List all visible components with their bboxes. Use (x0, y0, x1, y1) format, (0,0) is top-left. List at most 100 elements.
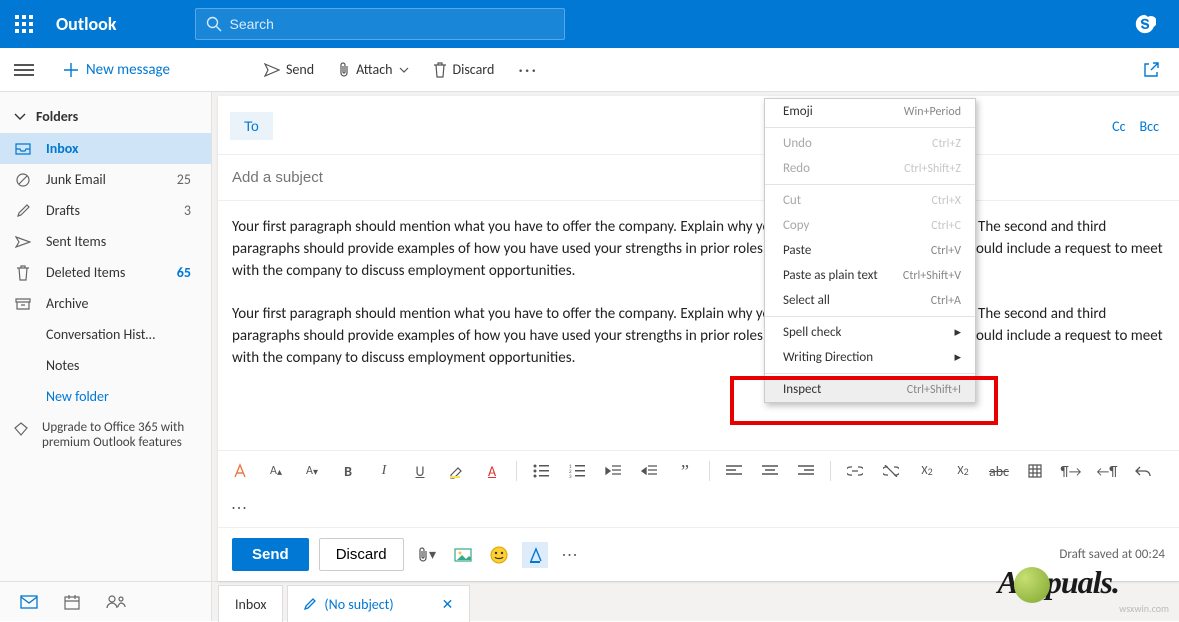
undo-icon[interactable] (1131, 459, 1155, 483)
upgrade-prompt[interactable]: Upgrade to Office 365 with premium Outlo… (0, 412, 211, 458)
numbering-icon[interactable]: 123 (565, 459, 589, 483)
send-primary-button[interactable]: Send (232, 538, 309, 571)
more-send-icon[interactable]: ··· (558, 542, 584, 568)
new-message-label: New message (86, 61, 170, 79)
tab-inbox[interactable]: Inbox (218, 585, 283, 622)
context-menu: Emoji Win+Period Undo Ctrl+Z Redo Ctrl+S… (764, 98, 976, 403)
cc-button[interactable]: Cc (1112, 118, 1125, 135)
cm-emoji[interactable]: Emoji Win+Period (765, 99, 975, 124)
new-message-button[interactable]: New message (58, 57, 176, 83)
attach-dropdown-icon[interactable]: ▾ (414, 542, 440, 568)
table-icon[interactable] (1023, 459, 1047, 483)
cm-select-all[interactable]: Select all Ctrl+A (765, 288, 975, 313)
font-size-increase-icon[interactable]: A▴ (264, 459, 288, 483)
sidebar-item-label: Deleted Items (46, 264, 125, 281)
sidebar-item-deleted[interactable]: Deleted Items 65 (0, 257, 211, 288)
diamond-icon (14, 420, 28, 436)
people-icon[interactable] (106, 595, 126, 609)
sidebar-item-label: Drafts (46, 202, 80, 219)
more-format-icon[interactable]: ··· (228, 495, 252, 519)
sidebar-item-inbox[interactable]: Inbox (0, 133, 211, 164)
align-center-icon[interactable] (758, 459, 782, 483)
discard-label: Discard (453, 61, 495, 78)
bullets-icon[interactable] (529, 459, 553, 483)
outdent-icon[interactable] (601, 459, 625, 483)
rtl-icon[interactable]: ←¶ (1095, 459, 1119, 483)
tab-compose[interactable]: (No subject) ✕ (287, 585, 470, 622)
send-icon (264, 63, 280, 77)
app-launcher-icon[interactable] (0, 0, 48, 48)
trash-icon (433, 62, 447, 78)
cm-paste-plain[interactable]: Paste as plain text Ctrl+Shift+V (765, 263, 975, 288)
paperclip-icon (338, 62, 350, 78)
cm-paste[interactable]: Paste Ctrl+V (765, 238, 975, 263)
font-color-picker-icon[interactable]: A (480, 459, 504, 483)
cm-label: Emoji (783, 104, 813, 119)
align-right-icon[interactable] (794, 459, 818, 483)
sidebar-item-sent[interactable]: Sent Items (0, 226, 211, 257)
emoji-icon[interactable] (486, 542, 512, 568)
quote-icon[interactable]: ” (673, 459, 697, 483)
ltr-icon[interactable]: ¶→ (1059, 459, 1083, 483)
bcc-button[interactable]: Bcc (1140, 118, 1159, 135)
cm-shortcut: Ctrl+Z (932, 137, 961, 151)
sidebar-item-label: Conversation Hist… (46, 326, 155, 343)
bold-icon[interactable]: B (336, 459, 360, 483)
sidebar-item-archive[interactable]: Archive (0, 288, 211, 319)
inbox-icon (14, 143, 32, 155)
unlink-icon[interactable] (879, 459, 903, 483)
align-left-icon[interactable] (722, 459, 746, 483)
indent-icon[interactable] (637, 459, 661, 483)
cm-writing-direction[interactable]: Writing Direction ▸ (765, 345, 975, 370)
link-icon[interactable] (843, 459, 867, 483)
cm-label: Cut (783, 193, 801, 208)
cm-inspect[interactable]: Inspect Ctrl+Shift+I (765, 377, 975, 402)
discard-secondary-button[interactable]: Discard (319, 538, 404, 571)
discard-button[interactable]: Discard (425, 57, 503, 82)
popout-icon[interactable] (1143, 62, 1159, 78)
subscript-icon[interactable]: X2 (951, 459, 975, 483)
new-folder-label: New folder (46, 388, 109, 405)
to-button[interactable]: To (230, 112, 273, 140)
sidebar-item-junk[interactable]: Junk Email 25 (0, 164, 211, 195)
picture-icon[interactable] (450, 542, 476, 568)
italic-icon[interactable]: I (372, 459, 396, 483)
cm-spell-check[interactable]: Spell check ▸ (765, 320, 975, 345)
cm-label: Paste (783, 243, 811, 258)
mail-icon[interactable] (20, 595, 38, 609)
close-icon[interactable]: ✕ (442, 596, 454, 613)
email-body[interactable]: Your first paragraph should mention what… (218, 201, 1179, 450)
cm-copy: Copy Ctrl+C (765, 213, 975, 238)
formatting-toggle-icon[interactable] (522, 542, 548, 568)
more-button[interactable]: ··· (510, 55, 546, 85)
sidebar-item-label: Inbox (46, 140, 78, 157)
sidebar-item-notes[interactable]: Notes (0, 350, 211, 381)
folders-toggle[interactable]: Folders (0, 100, 211, 133)
cm-undo: Undo Ctrl+Z (765, 131, 975, 156)
sidebar-item-drafts[interactable]: Drafts 3 (0, 195, 211, 226)
attach-button[interactable]: Attach (330, 57, 416, 82)
send-button[interactable]: Send (256, 57, 322, 82)
svg-text:3: 3 (569, 474, 572, 478)
cm-shortcut: Ctrl+V (931, 244, 961, 258)
new-folder-button[interactable]: New folder (0, 381, 211, 412)
cm-redo: Redo Ctrl+Shift+Z (765, 156, 975, 181)
highlight-icon[interactable] (444, 459, 468, 483)
search-field[interactable] (230, 16, 554, 32)
calendar-icon[interactable] (64, 594, 80, 610)
font-size-decrease-icon[interactable]: A▾ (300, 459, 324, 483)
subject-input[interactable] (218, 155, 1179, 201)
font-color-icon[interactable] (228, 459, 252, 483)
cm-shortcut: Ctrl+C (931, 219, 961, 233)
sidebar-item-conversation[interactable]: Conversation Hist… (0, 319, 211, 350)
cm-label: Undo (783, 136, 812, 151)
superscript-icon[interactable]: X2 (915, 459, 939, 483)
draft-status: Draft saved at 00:24 (1059, 547, 1165, 562)
cm-label: Writing Direction (783, 350, 873, 365)
underline-icon[interactable]: U (408, 459, 432, 483)
strikethrough-icon[interactable]: abc (987, 459, 1011, 483)
pencil-icon (14, 204, 32, 218)
skype-icon[interactable] (1131, 10, 1159, 38)
menu-toggle-icon[interactable] (14, 64, 34, 76)
search-input[interactable] (195, 8, 565, 40)
